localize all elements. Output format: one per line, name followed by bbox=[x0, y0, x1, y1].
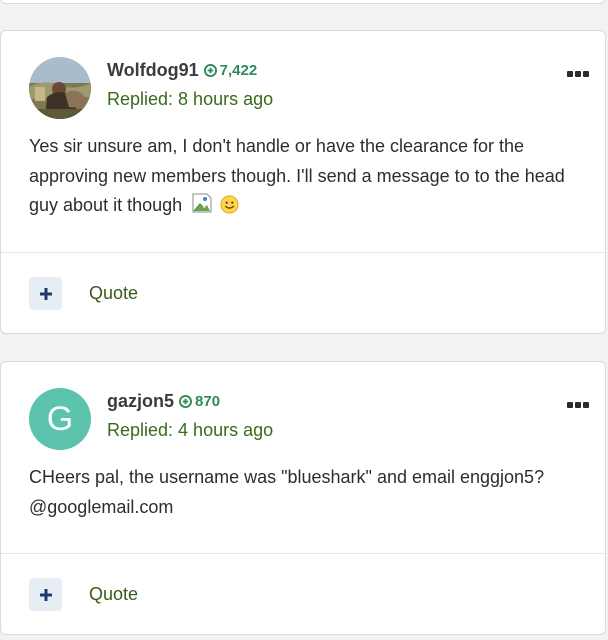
dot-icon bbox=[583, 402, 589, 408]
reputation-plus-icon bbox=[179, 394, 193, 408]
reply-timestamp: Replied: 4 hours ago bbox=[107, 420, 274, 440]
broken-image-icon bbox=[192, 193, 212, 213]
multiquote-button[interactable] bbox=[29, 578, 62, 611]
post-card: Wolfdog91 7,422 Replied: 8 hours ago Yes… bbox=[0, 30, 606, 334]
more-options-button[interactable] bbox=[567, 69, 589, 79]
dot-icon bbox=[575, 71, 581, 77]
reputation-badge: 870 bbox=[179, 393, 220, 410]
dot-icon bbox=[583, 71, 589, 77]
previous-post-card bbox=[0, 0, 606, 4]
post-body: Yes sir unsure am, I don't handle or hav… bbox=[29, 136, 565, 215]
post-content: CHeers pal, the username was "blueshark"… bbox=[29, 463, 577, 522]
avatar-photo-icon bbox=[29, 57, 91, 119]
post-divider bbox=[1, 252, 605, 253]
reply-timestamp: Replied: 8 hours ago bbox=[107, 89, 274, 109]
post-divider bbox=[1, 553, 605, 554]
plus-icon bbox=[39, 287, 52, 300]
post-author: Wolfdog91 7,422 Replied: 8 hours ago bbox=[29, 57, 577, 121]
quote-button[interactable]: Quote bbox=[89, 283, 138, 304]
post-actions: Quote bbox=[29, 277, 138, 310]
plus-icon bbox=[39, 588, 52, 601]
dot-icon bbox=[567, 402, 573, 408]
post-author: G gazjon5 870 Replied: 4 hours ago bbox=[29, 388, 577, 452]
multiquote-button[interactable] bbox=[29, 277, 62, 310]
post-card: G gazjon5 870 Replied: 4 hours ago CHeer… bbox=[0, 361, 606, 635]
reputation-plus-icon bbox=[203, 63, 217, 77]
post-body: CHeers pal, the username was "blueshark"… bbox=[29, 467, 545, 517]
quote-button[interactable]: Quote bbox=[89, 584, 138, 605]
username[interactable]: gazjon5 bbox=[107, 391, 174, 412]
avatar[interactable]: G bbox=[29, 388, 91, 450]
post-content: Yes sir unsure am, I don't handle or hav… bbox=[29, 132, 577, 221]
username[interactable]: Wolfdog91 bbox=[107, 60, 199, 81]
avatar[interactable] bbox=[29, 57, 91, 119]
more-options-button[interactable] bbox=[567, 400, 589, 410]
smiley-emoji-icon bbox=[220, 195, 239, 214]
dot-icon bbox=[575, 402, 581, 408]
post-actions: Quote bbox=[29, 578, 138, 611]
reputation-count: 870 bbox=[195, 392, 221, 410]
dot-icon bbox=[567, 71, 573, 77]
reputation-count: 7,422 bbox=[219, 61, 258, 79]
reputation-badge: 7,422 bbox=[203, 61, 258, 79]
